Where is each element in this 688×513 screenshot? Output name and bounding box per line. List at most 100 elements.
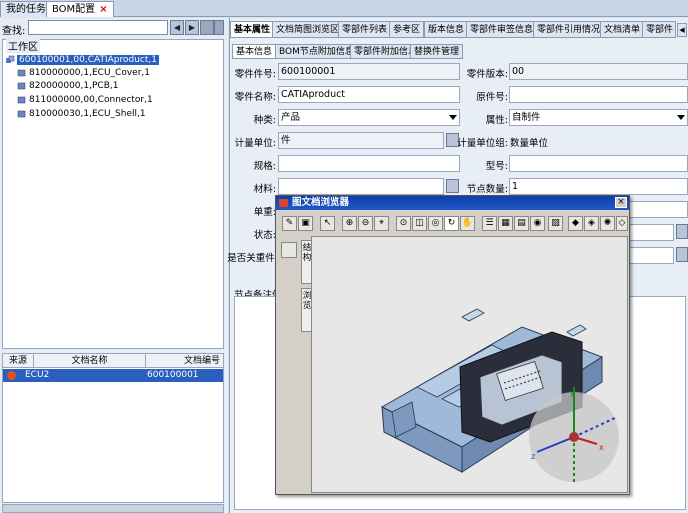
- table-row[interactable]: ECU2 600100001: [3, 369, 223, 382]
- chevron-down-icon: [449, 115, 457, 120]
- orig-no-field[interactable]: [509, 86, 688, 103]
- label-part-name: 零件名称:: [234, 92, 276, 103]
- tool-c-icon[interactable]: ◇: [616, 216, 628, 231]
- node-qty-field[interactable]: 1: [509, 178, 688, 195]
- tab-version-info[interactable]: 版本信息: [424, 21, 469, 38]
- prev-arrow-icon[interactable]: ◀: [170, 20, 184, 35]
- tab-label: 我的任务: [6, 4, 46, 15]
- top-tab-bar: 我的任务 BOM配置 ×: [0, 0, 688, 17]
- assembly-icon: [6, 55, 15, 63]
- part-icon: [17, 110, 26, 117]
- search-input[interactable]: [28, 20, 168, 35]
- tab-bom-config[interactable]: BOM配置 ×: [46, 1, 114, 17]
- label-weight: 单重:: [253, 207, 276, 218]
- zoom-window-icon[interactable]: ⊙: [396, 216, 411, 231]
- window-icon[interactable]: ▤: [514, 216, 529, 231]
- structure-icon[interactable]: [281, 242, 297, 258]
- spec-field[interactable]: [278, 155, 460, 172]
- attr-value: 自制件: [512, 112, 541, 123]
- pan-icon[interactable]: ✋: [460, 216, 475, 231]
- column-header-doc-number[interactable]: 文档编号: [145, 354, 223, 368]
- fit-icon[interactable]: ⌖: [374, 216, 389, 231]
- next-arrow-icon[interactable]: ▶: [185, 20, 199, 35]
- toolbar-icon[interactable]: [214, 20, 224, 35]
- type-value: 产品: [281, 112, 301, 123]
- attr-select[interactable]: 自制件: [509, 109, 688, 126]
- tab-usage-info[interactable]: 零部件引用情况: [533, 21, 605, 38]
- tab-my-tasks[interactable]: 我的任务: [0, 1, 52, 17]
- part-name-field[interactable]: CATIAproduct: [278, 86, 460, 103]
- label-version: 零件版本:: [466, 69, 508, 80]
- tab-part-list[interactable]: 零部件列表: [338, 21, 392, 38]
- settings-icon[interactable]: ✺: [600, 216, 615, 231]
- tool-a-icon[interactable]: ◆: [568, 216, 583, 231]
- tool-b-icon[interactable]: ◈: [584, 216, 599, 231]
- grid-icon[interactable]: ▦: [498, 216, 513, 231]
- list-icon[interactable]: ☰: [482, 216, 497, 231]
- tab-basic-props[interactable]: 基本属性: [230, 21, 275, 38]
- part-no-field[interactable]: 600100001: [278, 63, 460, 80]
- tree-item-label: 820000000,1,PCB,1: [29, 81, 119, 91]
- svg-text:x: x: [599, 443, 604, 452]
- viewer-side-strip: 结构 浏览: [279, 236, 313, 493]
- zoom-out-icon[interactable]: ⊖: [358, 216, 373, 231]
- type-select[interactable]: 产品: [278, 109, 460, 126]
- unit-field[interactable]: 件: [278, 132, 444, 149]
- work-area-tree: 600100001,00,CATIAproduct,1 810000000,1,…: [2, 39, 224, 349]
- label-unit: 计量单位:: [234, 138, 276, 149]
- zoom-box-icon[interactable]: ◫: [412, 216, 427, 231]
- grid-icon[interactable]: [200, 20, 214, 35]
- material-field[interactable]: [278, 178, 444, 195]
- tab-review-info[interactable]: 零部件审签信息: [466, 21, 538, 38]
- column-header-source[interactable]: 来源: [3, 354, 33, 368]
- label-type: 种类:: [253, 115, 276, 126]
- viewer-title-bar[interactable]: 图文档浏览器: [276, 196, 629, 210]
- 3d-view-canvas[interactable]: y z x: [311, 236, 628, 493]
- part-icon: [17, 69, 26, 76]
- tree-item[interactable]: 811000000,00,Connector,1: [17, 94, 153, 106]
- subtab-replacement[interactable]: 替换件管理: [410, 44, 464, 59]
- subtab-basic-info[interactable]: 基本信息: [232, 44, 277, 59]
- label-status: 状态:: [253, 230, 276, 241]
- target-icon[interactable]: ◎: [428, 216, 443, 231]
- status-pick-icon[interactable]: [676, 224, 688, 239]
- label-spec: 规格:: [253, 161, 276, 172]
- app-icon: [279, 199, 288, 207]
- cell-doc-name: ECU2: [25, 370, 50, 380]
- tree-item-label: 600100001,00,CATIAproduct,1: [17, 55, 159, 65]
- rotate-icon[interactable]: ↻: [444, 216, 459, 231]
- horizontal-scrollbar[interactable]: [2, 504, 224, 513]
- close-button[interactable]: ×: [615, 197, 627, 208]
- model-field[interactable]: [509, 155, 688, 172]
- pen-icon[interactable]: ✎: [282, 216, 297, 231]
- column-header-doc-name[interactable]: 文档名称: [33, 354, 145, 368]
- tree-item-label: 811000000,00,Connector,1: [29, 95, 153, 105]
- version-field[interactable]: 00: [509, 63, 688, 80]
- key-part-pick-icon[interactable]: [676, 247, 688, 262]
- tab-reference[interactable]: 参考区: [389, 21, 425, 38]
- zoom-in-icon[interactable]: ⊕: [342, 216, 357, 231]
- tab-parts[interactable]: 零部件: [642, 21, 676, 38]
- view-icon[interactable]: ▧: [548, 216, 563, 231]
- label-orig-no: 原件号:: [476, 92, 508, 103]
- chevron-down-icon: [677, 115, 685, 120]
- tab-doc-list[interactable]: 文档清单: [600, 21, 645, 38]
- tree-item[interactable]: 820000000,1,PCB,1: [17, 80, 118, 92]
- tab-doc-preview[interactable]: 文档简图浏览区: [272, 21, 344, 38]
- close-icon[interactable]: ×: [99, 4, 107, 15]
- pointer-icon[interactable]: ↖: [320, 216, 335, 231]
- svg-text:z: z: [531, 452, 535, 461]
- tree-item-root[interactable]: 600100001,00,CATIAproduct,1: [5, 54, 159, 66]
- label-part-no: 零件件号:: [234, 69, 276, 80]
- label-key-part: 是否关重件:: [227, 253, 278, 264]
- part-icon: [17, 96, 26, 103]
- tab-label: BOM配置: [52, 4, 96, 15]
- subtab-bom-node[interactable]: BOM节点附加信息: [275, 44, 358, 59]
- light-icon[interactable]: ◉: [530, 216, 545, 231]
- open-icon[interactable]: ▣: [298, 216, 313, 231]
- label-node-qty: 节点数量:: [466, 184, 508, 195]
- tree-item[interactable]: 810000030,1,ECU_Shell,1: [17, 108, 146, 120]
- tab-scroll-left-icon[interactable]: ◀: [677, 23, 687, 37]
- part-icon: [17, 82, 26, 89]
- tree-item[interactable]: 810000000,1,ECU_Cover,1: [17, 67, 150, 79]
